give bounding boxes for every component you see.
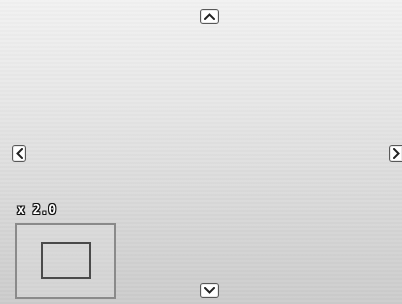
pan-down-button[interactable] — [200, 283, 219, 298]
chevron-right-icon — [392, 148, 400, 159]
zoom-navigator-panel — [15, 223, 116, 299]
zoom-level-indicator: x 2.0 — [17, 203, 57, 218]
zoom-viewport-frame[interactable] — [41, 242, 91, 279]
pan-right-button[interactable] — [389, 145, 402, 162]
pan-up-button[interactable] — [200, 9, 219, 24]
chevron-up-icon — [204, 13, 215, 20]
zoom-playback-screen: x 2.0 — [0, 0, 402, 304]
pan-left-button[interactable] — [12, 145, 26, 162]
chevron-down-icon — [204, 287, 215, 294]
chevron-left-icon — [15, 148, 23, 159]
